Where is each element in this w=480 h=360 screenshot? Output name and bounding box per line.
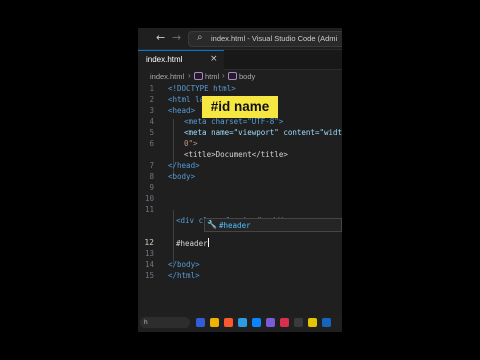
tab-bar: index.html × [138,50,342,70]
line-number: 13 [144,249,154,258]
wrench-icon: 🔧 [207,220,217,229]
text-cursor [207,238,209,247]
tag-icon [228,72,237,80]
folder-icon[interactable] [210,318,219,327]
chevron-right-icon: › [188,71,191,80]
forward-arrow-icon[interactable]: → [172,31,181,44]
line-number: 1 [149,84,154,93]
code-line: <body> [168,172,196,181]
line-number: 4 [149,117,154,126]
vscode-icon[interactable] [252,318,261,327]
window-title: index.html - Visual Studio Code (Admi [211,34,338,43]
taskbar: h [138,316,342,330]
breadcrumb-item-body[interactable]: body [228,72,255,81]
code-line: </head> [168,161,200,170]
app-icon[interactable] [238,318,247,327]
breadcrumb-item-html[interactable]: html [194,72,219,81]
browser-icon[interactable] [224,318,233,327]
line-number: 7 [149,161,154,170]
line-number: 10 [144,194,154,203]
code-editor[interactable]: 1 2 3 4 5 6 7 8 9 10 11 12 13 14 15 <!DO… [138,84,342,316]
line-number: 11 [144,205,154,214]
caption-overlay: #id name [202,96,278,118]
code-line: </html> [168,271,200,280]
app-icon[interactable] [280,318,289,327]
code-line: 0"> [184,139,198,148]
app-icon[interactable] [266,318,275,327]
code-line: <meta charset="UTF-8"> [184,117,284,126]
code-line: <title>Document</title> [184,150,288,159]
tab-index-html[interactable]: index.html × [138,50,224,70]
indent-guide [173,210,174,264]
search-icon: ⌕ [197,32,203,43]
app-icon[interactable] [196,318,205,327]
back-arrow-icon[interactable]: ← [156,31,165,44]
tab-label: index.html [146,55,183,64]
breadcrumb-item-file[interactable]: index.html [150,72,184,81]
chevron-right-icon: › [222,71,225,80]
title-bar: ← → ⌕ index.html - Visual Studio Code (A… [138,28,342,50]
code-line: <head> [168,106,196,115]
suggestion-widget[interactable]: 🔧 #header [204,218,342,232]
command-center[interactable]: ⌕ index.html - Visual Studio Code (Admi [188,31,342,47]
app-icon[interactable] [294,318,303,327]
code-line: </body> [168,260,200,269]
line-number: 6 [149,139,154,148]
line-number: 15 [144,271,154,280]
code-line: <!DOCTYPE html> [168,84,236,93]
vscode-window: ← → ⌕ index.html - Visual Studio Code (A… [138,28,342,332]
line-number: 14 [144,260,154,269]
app-icon[interactable] [322,318,331,327]
app-icon[interactable] [308,318,317,327]
close-icon[interactable]: × [210,54,218,64]
breadcrumb: index.html › html › body [138,70,342,84]
line-number: 5 [149,128,154,137]
line-number: 9 [149,183,154,192]
code-line: <meta name="viewport" content="width [184,128,342,137]
line-number-active: 12 [144,238,154,247]
line-number: 8 [149,172,154,181]
suggestion-item[interactable]: #header [219,221,251,230]
code-line-current[interactable]: #header [176,238,209,248]
line-number: 3 [149,106,154,115]
taskbar-search[interactable]: h [140,317,190,328]
tag-icon [194,72,203,80]
line-number: 2 [149,95,154,104]
